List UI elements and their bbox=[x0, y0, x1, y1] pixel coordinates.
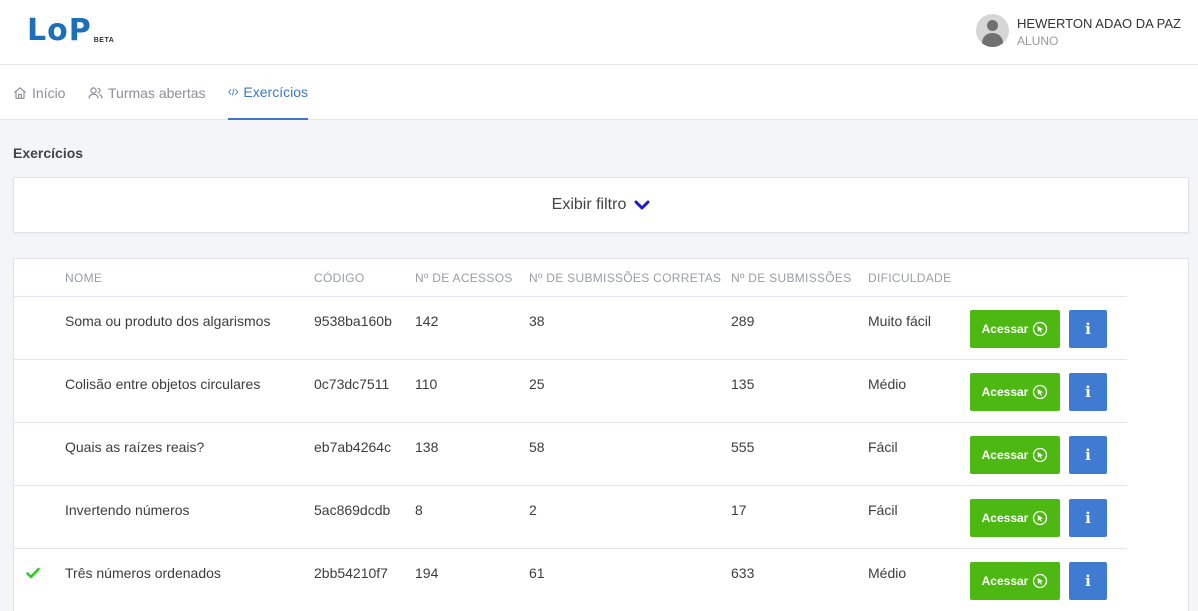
beta-badge: BETA bbox=[93, 37, 115, 44]
solved-check-icon bbox=[26, 567, 40, 579]
exercise-name: Soma ou produto dos algarismos bbox=[65, 313, 271, 329]
correct-submissions: 2 bbox=[529, 502, 537, 518]
info-button[interactable]: i bbox=[1069, 436, 1107, 474]
column-header-nome[interactable]: NOME bbox=[65, 271, 102, 285]
access-button[interactable]: Acessar bbox=[970, 562, 1060, 600]
code-icon bbox=[228, 87, 239, 96]
exercises-table: NOME CÓDIGO Nº DE ACESSOS Nº DE SUBMISSÕ… bbox=[13, 258, 1189, 611]
submission-count: 289 bbox=[731, 313, 755, 329]
column-header-codigo[interactable]: CÓDIGO bbox=[314, 271, 364, 285]
correct-submissions: 25 bbox=[529, 376, 545, 392]
access-button-label: Acessar bbox=[981, 322, 1029, 336]
correct-submissions: 38 bbox=[529, 313, 545, 329]
access-count: 194 bbox=[415, 565, 439, 581]
submission-count: 135 bbox=[731, 376, 755, 392]
exercise-code: 9538ba160b bbox=[314, 313, 392, 329]
info-button[interactable]: i bbox=[1069, 310, 1107, 348]
exercise-name: Invertendo números bbox=[65, 502, 190, 518]
filter-label: Exibir filtro bbox=[551, 196, 627, 213]
info-button[interactable]: i bbox=[1069, 499, 1107, 537]
filter-toggle[interactable]: Exibir filtro bbox=[13, 177, 1189, 233]
chevron-down-icon bbox=[634, 200, 650, 210]
submission-count: 17 bbox=[731, 502, 747, 518]
top-header: LoP BETA HEWERTON ADAO DA PAZ ALUNO bbox=[0, 0, 1198, 65]
access-button-label: Acessar bbox=[981, 385, 1029, 399]
access-count: 110 bbox=[415, 376, 438, 392]
difficulty: Fácil bbox=[868, 439, 898, 455]
main-nav: Início Turmas abertas Exercícios bbox=[0, 65, 1198, 120]
pointer-icon bbox=[1033, 510, 1048, 526]
app-logo[interactable]: LoP BETA bbox=[27, 14, 114, 48]
difficulty: Médio bbox=[868, 565, 907, 581]
nav-item-exercicios[interactable]: Exercícios bbox=[228, 65, 308, 120]
exercise-name: Colisão entre objetos circulares bbox=[65, 376, 261, 392]
info-button[interactable]: i bbox=[1069, 562, 1107, 600]
avatar-head bbox=[987, 20, 999, 31]
access-button[interactable]: Acessar bbox=[970, 310, 1060, 348]
nav-item-inicio[interactable]: Início bbox=[13, 65, 65, 120]
correct-submissions: 58 bbox=[529, 439, 545, 455]
page-title: Exercícios bbox=[13, 145, 84, 161]
access-button[interactable]: Acessar bbox=[970, 373, 1060, 411]
access-button[interactable]: Acessar bbox=[970, 436, 1060, 474]
access-count: 138 bbox=[415, 439, 439, 455]
nav-item-turmas-abertas[interactable]: Turmas abertas bbox=[88, 65, 206, 120]
difficulty: Médio bbox=[868, 376, 907, 392]
access-button-label: Acessar bbox=[981, 448, 1029, 462]
access-button-label: Acessar bbox=[981, 511, 1029, 525]
user-name: HEWERTON ADAO DA PAZ bbox=[1017, 16, 1181, 31]
home-icon bbox=[14, 86, 26, 99]
column-header-dificuldade[interactable]: DIFICULDADE bbox=[868, 271, 951, 285]
table-row: Quais as raízes reais? eb7ab4264c 138 58… bbox=[14, 423, 1127, 486]
avatar-body bbox=[982, 33, 1004, 47]
access-count: 142 bbox=[415, 313, 439, 329]
user-menu[interactable]: HEWERTON ADAO DA PAZ ALUNO bbox=[976, 14, 1181, 49]
difficulty: Fácil bbox=[868, 502, 898, 518]
exercise-name: Quais as raízes reais? bbox=[65, 439, 205, 455]
access-button[interactable]: Acessar bbox=[970, 499, 1060, 537]
column-header-submissoes-corretas[interactable]: Nº DE SUBMISSÕES CORRETAS bbox=[529, 271, 721, 285]
users-icon bbox=[88, 86, 103, 99]
submission-count: 555 bbox=[731, 439, 755, 455]
nav-item-label: Turmas abertas bbox=[108, 84, 206, 101]
exercise-code: 0c73dc7511 bbox=[314, 376, 390, 392]
pointer-icon bbox=[1033, 447, 1048, 463]
table-row: Soma ou produto dos algarismos 9538ba160… bbox=[14, 297, 1127, 360]
pointer-icon bbox=[1033, 384, 1048, 400]
user-role: ALUNO bbox=[1017, 34, 1059, 48]
exercise-code: 2bb54210f7 bbox=[314, 565, 388, 581]
nav-item-label: Início bbox=[32, 84, 66, 101]
avatar[interactable] bbox=[976, 14, 1010, 47]
pointer-icon bbox=[1033, 321, 1048, 337]
exercise-name: Três números ordenados bbox=[65, 565, 221, 581]
column-header-submissoes[interactable]: Nº DE SUBMISSÕES bbox=[731, 271, 852, 285]
table-row: Colisão entre objetos circulares 0c73dc7… bbox=[14, 360, 1127, 423]
difficulty: Muito fácil bbox=[868, 313, 932, 329]
user-info: HEWERTON ADAO DA PAZ ALUNO bbox=[1017, 14, 1181, 49]
logo-text: LoP bbox=[27, 13, 92, 48]
access-count: 8 bbox=[415, 502, 423, 518]
table-row: Três números ordenados 2bb54210f7 194 61… bbox=[14, 549, 1127, 611]
correct-submissions: 61 bbox=[529, 565, 545, 581]
table-row: Invertendo números 5ac869dcdb 8 2 17 Fác… bbox=[14, 486, 1127, 549]
access-button-label: Acessar bbox=[981, 574, 1029, 588]
info-button[interactable]: i bbox=[1069, 373, 1107, 411]
exercise-code: 5ac869dcdb bbox=[314, 502, 391, 518]
column-header-acessos[interactable]: Nº DE ACESSOS bbox=[415, 271, 513, 285]
nav-item-label: Exercícios bbox=[243, 83, 308, 100]
submission-count: 633 bbox=[731, 565, 755, 581]
pointer-icon bbox=[1033, 573, 1048, 589]
exercise-code: eb7ab4264c bbox=[314, 439, 392, 455]
